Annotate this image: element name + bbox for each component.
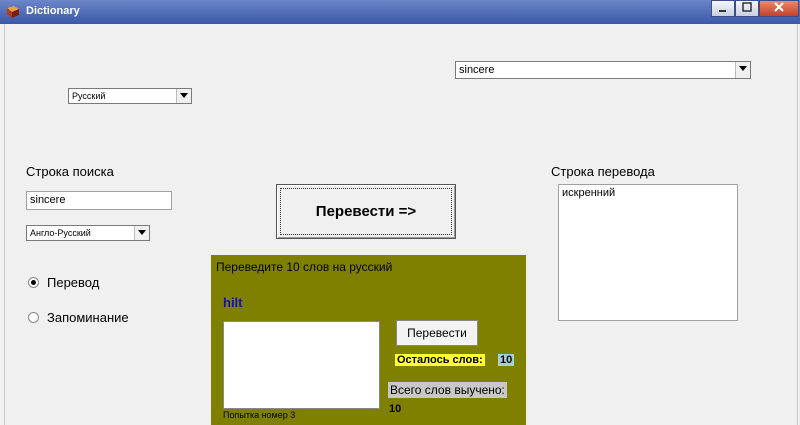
title-bar[interactable]: Dictionary: [0, 0, 800, 24]
learned-words-label: Всего слов выучено:: [388, 382, 507, 398]
quiz-translate-button[interactable]: Перевести: [396, 320, 478, 346]
translation-output[interactable]: искренний: [558, 184, 738, 321]
close-button[interactable]: [759, 0, 799, 17]
dictionary-window: Dictionary sincere Русский Строка поиска…: [0, 0, 800, 425]
radio-translate[interactable]: Перевод: [28, 275, 99, 290]
search-input[interactable]: sincere: [26, 191, 172, 210]
quiz-answer-input[interactable]: [223, 321, 380, 409]
chevron-down-icon[interactable]: [735, 62, 750, 78]
minimize-button[interactable]: [711, 0, 735, 17]
radio-memorize[interactable]: Запоминание: [28, 310, 129, 325]
direction-combo[interactable]: Англо-Русский: [26, 225, 150, 241]
app-book-icon: [7, 6, 19, 18]
translate-button[interactable]: Перевести =>: [276, 184, 456, 239]
remaining-words-value: 10: [498, 354, 515, 366]
quiz-prompt: Переведите 10 слов на русский: [216, 260, 393, 274]
suggestion-combo-value: sincere: [459, 64, 495, 76]
direction-combo-value: Англо-Русский: [30, 228, 91, 238]
maximize-icon: [742, 2, 752, 12]
translation-label: Строка перевода: [551, 164, 655, 179]
translate-button-focus-rect: [280, 188, 452, 235]
language-combo-value: Русский: [72, 91, 106, 101]
suggestion-combo[interactable]: sincere: [455, 61, 751, 79]
radio-translate-dot[interactable]: [28, 277, 39, 288]
quiz-panel: Переведите 10 слов на русский hilt Попыт…: [211, 255, 526, 425]
quiz-word: hilt: [223, 295, 243, 310]
chevron-down-icon[interactable]: [176, 89, 191, 103]
remaining-words-label: Осталось слов:: [395, 354, 485, 366]
window-title: Dictionary: [26, 5, 80, 17]
radio-memorize-dot[interactable]: [28, 312, 39, 323]
maximize-button[interactable]: [735, 0, 759, 17]
language-combo[interactable]: Русский: [68, 88, 192, 104]
radio-memorize-label: Запоминание: [47, 310, 129, 325]
radio-translate-label: Перевод: [47, 275, 100, 290]
close-icon: [774, 2, 784, 12]
quiz-attempt-label: Попытка номер 3: [223, 410, 296, 420]
minimize-icon: [719, 10, 726, 12]
learned-words-value: 10: [389, 403, 402, 415]
search-label: Строка поиска: [26, 164, 114, 179]
chevron-down-icon[interactable]: [134, 226, 149, 240]
